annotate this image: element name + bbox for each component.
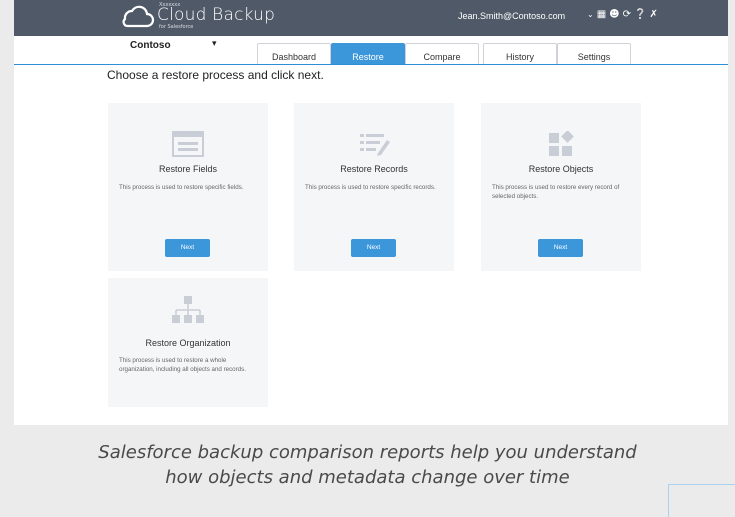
caption-line-1: Salesforce backup comparison reports hel… bbox=[98, 442, 637, 463]
user-email[interactable]: Jean.Smith@Contoso.com bbox=[458, 11, 565, 21]
logo-text: Cloud Backup bbox=[157, 5, 276, 25]
next-button[interactable]: Next bbox=[351, 239, 396, 257]
caret-down-icon[interactable]: ▾ bbox=[212, 39, 217, 49]
restore-organization-card: Restore Organization This process is use… bbox=[108, 278, 268, 407]
caption-line-2: how objects and metadata change over tim… bbox=[165, 467, 570, 488]
next-button[interactable]: Next bbox=[538, 239, 583, 257]
top-bar: Xxxxxxx Cloud Backup for Salesforce Jean… bbox=[14, 0, 728, 36]
card-description: This process is used to restore specific… bbox=[119, 184, 244, 191]
next-button[interactable]: Next bbox=[165, 239, 210, 257]
card-title: Restore Fields bbox=[158, 164, 218, 174]
nav-row: Contoso ▾ Dashboard Restore Compare Hist… bbox=[14, 36, 728, 65]
restore-records-card: Restore Records This process is used to … bbox=[294, 103, 454, 271]
tab-history[interactable]: History bbox=[483, 43, 557, 64]
refresh-icon[interactable]: ⟳ bbox=[623, 9, 631, 21]
corner-decoration bbox=[668, 484, 735, 517]
org-chart-icon bbox=[108, 295, 268, 323]
cloud-icon bbox=[122, 5, 155, 27]
card-title: Restore Objects bbox=[528, 164, 594, 174]
caption: Salesforce backup comparison reports hel… bbox=[0, 440, 735, 490]
tab-restore[interactable]: Restore bbox=[331, 43, 405, 64]
tools-icon[interactable]: ✗ bbox=[649, 9, 657, 21]
main-content: Choose a restore process and click next.… bbox=[14, 65, 728, 425]
apps-grid-icon[interactable]: ▦ bbox=[597, 9, 606, 21]
app-logo[interactable]: Xxxxxxx Cloud Backup for Salesforce bbox=[119, 3, 275, 30]
card-description: This process is used to restore a whole … bbox=[119, 357, 246, 373]
card-title: Restore Organization bbox=[145, 338, 231, 348]
header-icons: ⌄ ▦ ☻ ⟳ ❔ ✗ bbox=[587, 9, 658, 21]
restore-objects-card: Restore Objects This process is used to … bbox=[481, 103, 641, 271]
fields-form-icon bbox=[108, 131, 268, 159]
card-description: This process is used to restore every re… bbox=[492, 184, 620, 200]
smiley-icon[interactable]: ☻ bbox=[609, 9, 619, 21]
page-heading: Choose a restore process and click next. bbox=[107, 68, 324, 82]
tab-settings[interactable]: Settings bbox=[557, 43, 631, 64]
org-name[interactable]: Contoso bbox=[130, 40, 171, 51]
records-list-icon bbox=[294, 131, 454, 159]
logo-tag-bottom: for Salesforce bbox=[159, 24, 194, 30]
card-description: This process is used to restore specific… bbox=[305, 184, 436, 191]
objects-blocks-icon bbox=[481, 131, 641, 159]
chevron-down-icon[interactable]: ⌄ bbox=[587, 9, 594, 21]
tab-dashboard[interactable]: Dashboard bbox=[257, 43, 331, 64]
restore-fields-card: Restore Fields This process is used to r… bbox=[108, 103, 268, 271]
tab-compare[interactable]: Compare bbox=[405, 43, 479, 64]
card-title: Restore Records bbox=[340, 164, 408, 174]
help-icon[interactable]: ❔ bbox=[634, 9, 646, 21]
